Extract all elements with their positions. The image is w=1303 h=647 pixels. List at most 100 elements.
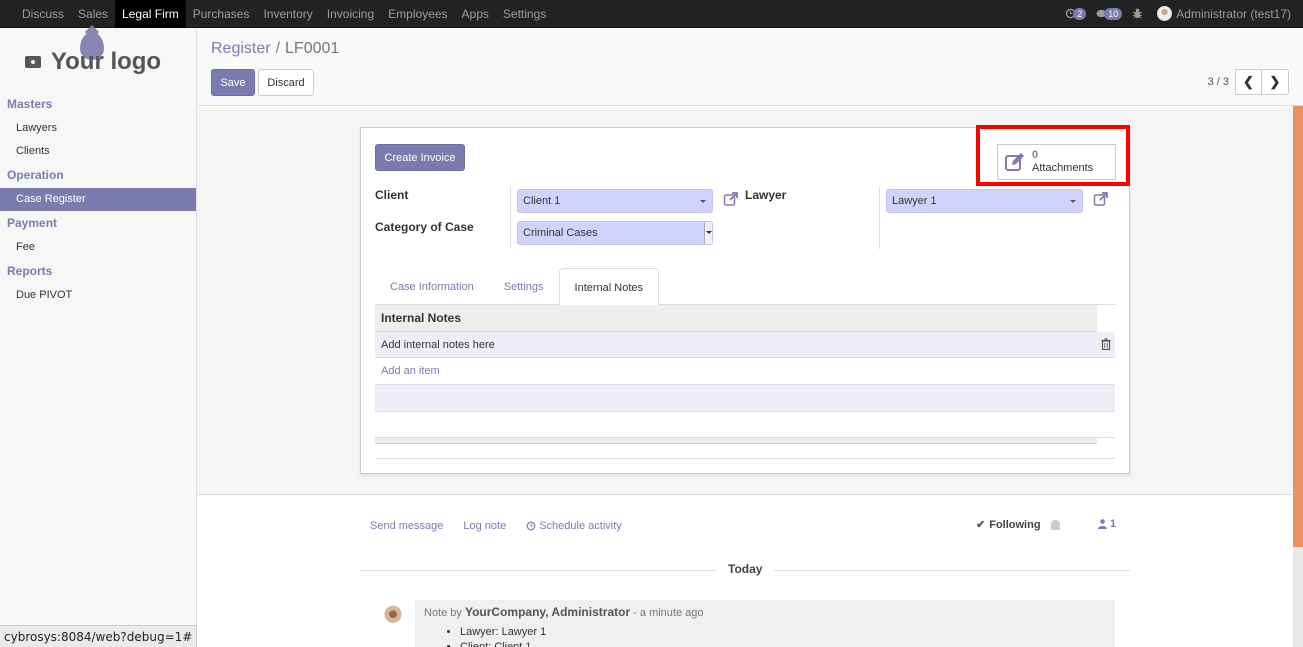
sidebar-section-payment: Payment: [7, 216, 58, 230]
message-author[interactable]: YourCompany, Administrator: [465, 605, 630, 619]
tracking-item: Lawyer: Lawyer 1: [460, 625, 1106, 640]
pager-next-button[interactable]: ❯: [1262, 69, 1289, 95]
column-header-internal-notes[interactable]: Internal Notes: [375, 305, 1097, 332]
author-avatar[interactable]: [378, 604, 408, 636]
message-time: - a minute ago: [633, 607, 704, 619]
message-prefix: Note by: [424, 607, 462, 619]
note-text: Add internal notes here: [381, 339, 495, 351]
messages-badge: 10: [1104, 7, 1123, 20]
caret-down-icon: [1070, 200, 1076, 203]
date-separator-label: Today: [716, 562, 775, 576]
sidebar: Your logo Masters Lawyers Clients Operat…: [0, 28, 197, 647]
send-message-button[interactable]: Send message: [370, 520, 443, 532]
caret-down-icon: [700, 200, 706, 203]
trash-icon[interactable]: [1101, 338, 1111, 350]
discard-button[interactable]: Discard: [258, 69, 314, 96]
clock-icon: [526, 521, 536, 531]
menu-legal-firm[interactable]: Legal Firm: [115, 0, 186, 28]
add-item-link[interactable]: Add an item: [375, 358, 1115, 385]
client-select[interactable]: Client 1: [517, 189, 713, 213]
menu-apps[interactable]: Apps: [455, 0, 496, 28]
menu-discuss[interactable]: Discuss: [15, 0, 71, 28]
top-navbar: Discuss Sales Legal Firm Purchases Inven…: [0, 0, 1303, 28]
schedule-activity-label: Schedule activity: [539, 520, 622, 532]
user-name: Administrator (test17): [1176, 6, 1291, 21]
list-footer-spacer: [375, 444, 1115, 459]
client-value: Client 1: [523, 195, 561, 207]
list-row[interactable]: Add internal notes here: [375, 332, 1115, 358]
pencil-square-icon: [1005, 153, 1024, 171]
tracking-changes: Lawyer: Lawyer 1 Client: Client 1: [460, 625, 1106, 647]
menu-employees[interactable]: Employees: [381, 0, 454, 28]
message-body: Note by YourCompany, Administrator - a m…: [415, 600, 1115, 647]
following-button[interactable]: ✔ Following: [976, 518, 1060, 531]
sidebar-item-fee[interactable]: Fee: [0, 236, 196, 259]
log-note-button[interactable]: Log note: [463, 520, 506, 532]
followers-count: 1: [1110, 518, 1117, 530]
breadcrumb-parent[interactable]: Register: [211, 40, 271, 58]
user-icon: [1098, 519, 1107, 529]
sidebar-section-operation: Operation: [7, 168, 64, 182]
scrollbar-thumb[interactable]: [1293, 106, 1303, 547]
following-label: Following: [989, 518, 1041, 531]
user-avatar: [1157, 6, 1173, 21]
attachments-count: 0: [1032, 149, 1039, 161]
pager: 3 / 3 ❮ ❯: [1208, 69, 1289, 95]
systray: 2 10 Administrator (test17): [1065, 0, 1303, 28]
attachments-label: Attachments: [1032, 162, 1094, 174]
user-menu[interactable]: Administrator (test17): [1157, 6, 1291, 21]
breadcrumb-separator: /: [275, 40, 281, 57]
caret-down-icon: [704, 222, 712, 244]
pager-previous-button[interactable]: ❮: [1235, 69, 1262, 95]
menu-settings[interactable]: Settings: [496, 0, 553, 28]
external-link-icon[interactable]: [723, 191, 739, 207]
form-view: Create Invoice 0 Attachments Client Cate…: [197, 107, 1293, 495]
client-label: Client: [375, 188, 409, 202]
pager-value[interactable]: 3 / 3: [1208, 76, 1229, 88]
schedule-activity-button[interactable]: Schedule activity: [526, 520, 622, 532]
sidebar-item-due-pivot[interactable]: Due PIVOT: [0, 284, 196, 307]
save-button[interactable]: Save: [211, 69, 255, 96]
sidebar-item-lawyers[interactable]: Lawyers: [0, 117, 196, 140]
debug-button[interactable]: [1132, 8, 1143, 19]
category-select[interactable]: Criminal Cases: [517, 221, 713, 245]
lawyer-select[interactable]: Lawyer 1: [886, 189, 1083, 213]
menu-purchases[interactable]: Purchases: [186, 0, 257, 28]
menu-sales[interactable]: Sales: [71, 0, 115, 28]
tracking-item: Client: Client 1: [460, 640, 1106, 647]
tab-internal-notes[interactable]: Internal Notes: [558, 268, 659, 306]
field-separator: [879, 187, 880, 249]
tab-case-information[interactable]: Case Information: [375, 268, 489, 305]
external-link-icon[interactable]: [1093, 191, 1109, 207]
menu-inventory[interactable]: Inventory: [256, 0, 319, 28]
control-panel: Register / LF0001 Save Discard 3 / 3 ❮ ❯: [197, 28, 1303, 106]
empty-row: [375, 385, 1115, 412]
internal-notes-list: Internal Notes Add internal notes here A…: [375, 305, 1115, 459]
camera-icon: [24, 56, 41, 68]
sidebar-item-case-register[interactable]: Case Register: [0, 188, 196, 211]
menu-invoicing[interactable]: Invoicing: [320, 0, 381, 28]
create-invoice-button[interactable]: Create Invoice: [375, 144, 465, 171]
bell-icon[interactable]: [1050, 519, 1060, 530]
lawyer-value: Lawyer 1: [892, 195, 937, 207]
lawyer-label: Lawyer: [745, 188, 787, 202]
bug-icon: [1133, 8, 1143, 19]
messages-button[interactable]: 10: [1096, 7, 1123, 20]
form-sheet: Create Invoice 0 Attachments Client Cate…: [360, 125, 1130, 474]
tab-sittings[interactable]: Settings: [489, 268, 559, 305]
scrollbar-track[interactable]: [1293, 547, 1303, 647]
followers-button[interactable]: 1: [1098, 518, 1116, 530]
sidebar-item-clients[interactable]: Clients: [0, 140, 196, 163]
chevron-left-icon: ❮: [1243, 74, 1254, 89]
sidebar-section-reports: Reports: [7, 264, 53, 278]
empty-row: [375, 412, 1115, 438]
attachments-button[interactable]: 0 Attachments: [997, 144, 1116, 180]
activities-button[interactable]: 2: [1065, 7, 1087, 20]
app-menu: Discuss Sales Legal Firm Purchases Inven…: [0, 0, 553, 28]
company-logo[interactable]: Your logo: [0, 28, 196, 90]
activities-badge: 2: [1073, 7, 1087, 20]
date-separator: Today: [360, 562, 1130, 576]
chevron-right-icon: ❯: [1269, 74, 1281, 89]
breadcrumb: Register / LF0001: [211, 40, 339, 58]
chatter: Send message Log note Schedule activity …: [197, 496, 1293, 647]
